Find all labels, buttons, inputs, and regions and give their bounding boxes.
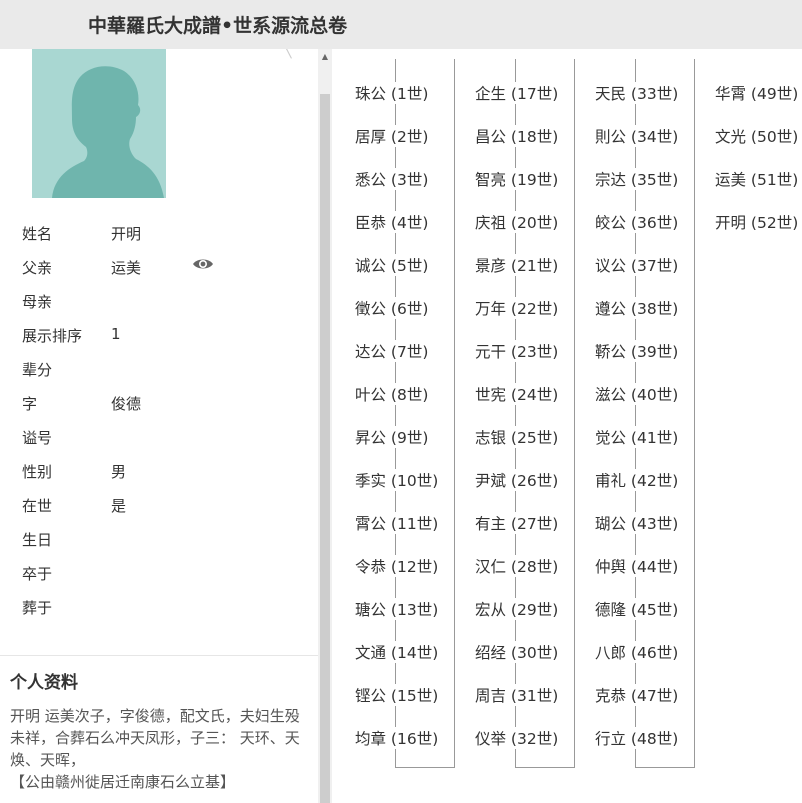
field-row: 展示排序 1 xyxy=(22,325,302,359)
field-value: 1 xyxy=(111,325,121,343)
profile-panel: ╲ 姓名 开明父亲 运美母亲展示排序 1 辈分字 俊德谥号性别 男在世 是生日卒于葬于 个人资… xyxy=(0,49,318,803)
lineage-node[interactable]: 万年 (22世) xyxy=(473,297,561,319)
lineage-node[interactable]: 宗达 (35世) xyxy=(593,168,681,190)
lineage-node[interactable]: 议公 (37世) xyxy=(593,254,681,276)
lineage-node[interactable]: 汉仁 (28世) xyxy=(473,555,561,577)
field-label: 葬于 xyxy=(22,599,53,617)
lineage-node[interactable]: 华霄 (49世) xyxy=(713,82,801,104)
lineage-node[interactable]: 則公 (34世) xyxy=(593,125,681,147)
lineage-node[interactable]: 天民 (33世) xyxy=(593,82,681,104)
field-row: 父亲 运美 xyxy=(22,257,302,291)
lineage-node[interactable]: 文通 (14世) xyxy=(353,641,441,663)
field-label: 字 xyxy=(22,395,38,413)
field-row: 性别 男 xyxy=(22,461,302,495)
bio-title: 个人资料 xyxy=(10,673,78,693)
lineage-node[interactable]: 居厚 (2世) xyxy=(353,125,431,147)
lineage-node[interactable]: 世宪 (24世) xyxy=(473,383,561,405)
field-label: 姓名 xyxy=(22,225,53,243)
lineage-node[interactable]: 徵公 (6世) xyxy=(353,297,431,319)
field-row: 生日 xyxy=(22,529,302,563)
lineage-node[interactable]: 周吉 (31世) xyxy=(473,684,561,706)
lineage-node[interactable]: 尹斌 (26世) xyxy=(473,469,561,491)
avatar xyxy=(32,49,166,198)
eye-icon[interactable] xyxy=(192,256,214,272)
lineage-node[interactable]: 企生 (17世) xyxy=(473,82,561,104)
lineage-node[interactable]: 达公 (7世) xyxy=(353,340,431,362)
profile-fields: 姓名 开明父亲 运美母亲展示排序 1 辈分字 俊德谥号性别 男在世 是生日卒于葬于 xyxy=(22,223,302,631)
lineage-node[interactable]: 宏从 (29世) xyxy=(473,598,561,620)
scroll-thumb[interactable] xyxy=(320,94,330,803)
scrollbar[interactable]: ▲ xyxy=(318,49,332,803)
lineage-node[interactable]: 运美 (51世) xyxy=(713,168,801,190)
field-label: 在世 xyxy=(22,497,53,515)
header-bar: 中華羅氏大成譜•世系源流总卷 xyxy=(0,0,802,49)
lineage-node[interactable]: 铿公 (15世) xyxy=(353,684,441,706)
lineage-node[interactable]: 绍经 (30世) xyxy=(473,641,561,663)
lineage-node[interactable]: 甫礼 (42世) xyxy=(593,469,681,491)
lineage-node[interactable]: 珠公 (1世) xyxy=(353,82,431,104)
lineage-node[interactable]: 滋公 (40世) xyxy=(593,383,681,405)
lineage-node[interactable]: 行立 (48世) xyxy=(593,727,681,749)
lineage-node[interactable]: 克恭 (47世) xyxy=(593,684,681,706)
lineage-node[interactable]: 仪举 (32世) xyxy=(473,727,561,749)
field-label: 展示排序 xyxy=(22,327,83,345)
field-row: 葬于 xyxy=(22,597,302,631)
divider xyxy=(0,655,318,656)
field-label: 卒于 xyxy=(22,565,53,583)
field-row: 字 俊德 xyxy=(22,393,302,427)
lineage-node[interactable]: 庆祖 (20世) xyxy=(473,211,561,233)
lineage-node[interactable]: 鞒公 (39世) xyxy=(593,340,681,362)
field-row: 姓名 开明 xyxy=(22,223,302,257)
field-label: 谥号 xyxy=(22,429,53,447)
lineage-node[interactable]: 智亮 (19世) xyxy=(473,168,561,190)
lineage-node[interactable]: 有主 (27世) xyxy=(473,512,561,534)
lineage-node[interactable]: 霄公 (11世) xyxy=(353,512,441,534)
lineage-node[interactable]: 臣恭 (4世) xyxy=(353,211,431,233)
lineage-node[interactable]: 叶公 (8世) xyxy=(353,383,431,405)
field-row: 卒于 xyxy=(22,563,302,597)
lineage-node[interactable]: 景彦 (21世) xyxy=(473,254,561,276)
lineage-node[interactable]: 文光 (50世) xyxy=(713,125,801,147)
lineage-node[interactable]: 元干 (23世) xyxy=(473,340,561,362)
lineage-node[interactable]: 觉公 (41世) xyxy=(593,426,681,448)
field-value: 是 xyxy=(111,497,127,515)
lineage-tree: 珠公 (1世) 居厚 (2世) 悉公 (3世) 臣恭 (4世) 诚公 (5世) 徵公 (6… xyxy=(333,49,802,803)
lineage-node[interactable]: 均章 (16世) xyxy=(353,727,441,749)
field-value: 男 xyxy=(111,463,127,481)
field-label: 性别 xyxy=(22,463,53,481)
lineage-node[interactable]: 遵公 (38世) xyxy=(593,297,681,319)
field-label: 母亲 xyxy=(22,293,53,311)
field-value: 运美 xyxy=(111,259,142,277)
scroll-up-arrow-icon[interactable]: ▲ xyxy=(318,49,332,65)
lineage-node[interactable]: 八郎 (46世) xyxy=(593,641,681,663)
page-title: 中華羅氏大成譜•世系源流总卷 xyxy=(88,15,348,37)
field-row: 在世 是 xyxy=(22,495,302,529)
lineage-node[interactable]: 令恭 (12世) xyxy=(353,555,441,577)
lineage-node[interactable]: 德隆 (45世) xyxy=(593,598,681,620)
lineage-node[interactable]: 仲舆 (44世) xyxy=(593,555,681,577)
field-row: 辈分 xyxy=(22,359,302,393)
field-value: 俊德 xyxy=(111,395,142,413)
lineage-node[interactable]: 皎公 (36世) xyxy=(593,211,681,233)
lineage-node[interactable]: 季实 (10世) xyxy=(353,469,441,491)
corner-decoration: ╲ xyxy=(283,49,292,59)
lineage-node[interactable]: 开明 (52世) xyxy=(713,211,801,233)
lineage-node[interactable]: 瑚公 (43世) xyxy=(593,512,681,534)
field-value: 开明 xyxy=(111,225,142,243)
lineage-node[interactable]: 悉公 (3世) xyxy=(353,168,431,190)
field-label: 父亲 xyxy=(22,259,53,277)
lineage-node[interactable]: 昇公 (9世) xyxy=(353,426,431,448)
lineage-node[interactable]: 志银 (25世) xyxy=(473,426,561,448)
field-label: 生日 xyxy=(22,531,53,549)
bio-text: 开明 运美次子，字俊德，配文氏，夫妇生殁未祥，合葬石么冲天凤形，子三： 天环、天… xyxy=(10,707,300,791)
field-label: 辈分 xyxy=(22,361,53,379)
field-row: 谥号 xyxy=(22,427,302,461)
lineage-node[interactable]: 诚公 (5世) xyxy=(353,254,431,276)
lineage-node[interactable]: 昌公 (18世) xyxy=(473,125,561,147)
lineage-node[interactable]: 瑭公 (13世) xyxy=(353,598,441,620)
field-row: 母亲 xyxy=(22,291,302,325)
